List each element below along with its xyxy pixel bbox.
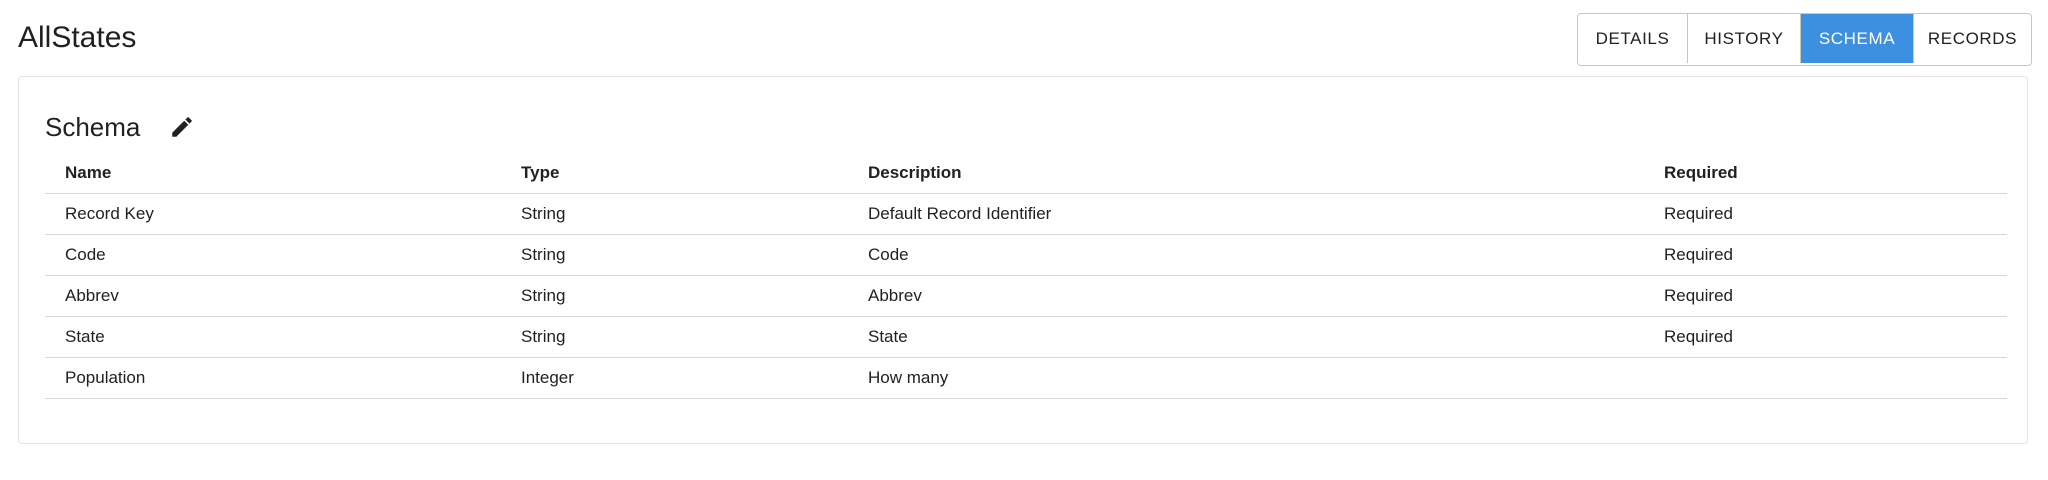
cell-description: Abbrev: [848, 275, 1644, 317]
cell-name: State: [45, 316, 501, 358]
column-header-type: Type: [501, 153, 848, 194]
cell-description: Default Record Identifier: [848, 193, 1644, 235]
table-header-row: Name Type Description Required: [45, 153, 2007, 194]
column-header-name: Name: [45, 153, 501, 194]
table-row[interactable]: Record Key String Default Record Identif…: [45, 193, 2007, 235]
cell-name: Abbrev: [45, 275, 501, 317]
view-tabs: DETAILS HISTORY SCHEMA RECORDS: [1577, 13, 2032, 66]
cell-description: Code: [848, 234, 1644, 276]
cell-type: String: [501, 275, 848, 317]
pencil-icon-graphic: [172, 117, 193, 137]
column-header-description: Description: [848, 153, 1644, 194]
table-row[interactable]: Abbrev String Abbrev Required: [45, 275, 2007, 317]
cell-type: String: [501, 193, 848, 235]
cell-type: String: [501, 316, 848, 358]
cell-required: Required: [1644, 234, 2007, 276]
cell-name: Code: [45, 234, 501, 276]
cell-description: How many: [848, 357, 1644, 399]
table-row[interactable]: Population Integer How many: [45, 357, 2007, 399]
page: AllStates DETAILS HISTORY SCHEMA RECORDS…: [0, 0, 2048, 480]
cell-type: String: [501, 234, 848, 276]
column-header-required: Required: [1644, 153, 2007, 194]
cell-required: Required: [1644, 316, 2007, 358]
cell-required: [1644, 357, 2007, 399]
schema-header: Schema: [45, 109, 196, 145]
schema-title: Schema: [45, 111, 141, 142]
tab-records[interactable]: RECORDS: [1914, 14, 2031, 63]
cell-name: Population: [45, 357, 501, 399]
pencil-icon[interactable]: [168, 113, 196, 141]
tab-history[interactable]: HISTORY: [1688, 14, 1801, 63]
table-row[interactable]: Code String Code Required: [45, 234, 2007, 276]
cell-required: Required: [1644, 275, 2007, 317]
tab-details[interactable]: DETAILS: [1578, 14, 1688, 63]
cell-type: Integer: [501, 357, 848, 399]
tab-schema[interactable]: SCHEMA: [1801, 14, 1914, 63]
cell-name: Record Key: [45, 193, 501, 235]
cell-required: Required: [1644, 193, 2007, 235]
page-title: AllStates: [18, 21, 137, 54]
table-row[interactable]: State String State Required: [45, 316, 2007, 358]
schema-card: Schema Name Type Description Required Re…: [18, 76, 2028, 444]
cell-description: State: [848, 316, 1644, 358]
schema-table: Name Type Description Required Record Ke…: [45, 153, 2007, 399]
